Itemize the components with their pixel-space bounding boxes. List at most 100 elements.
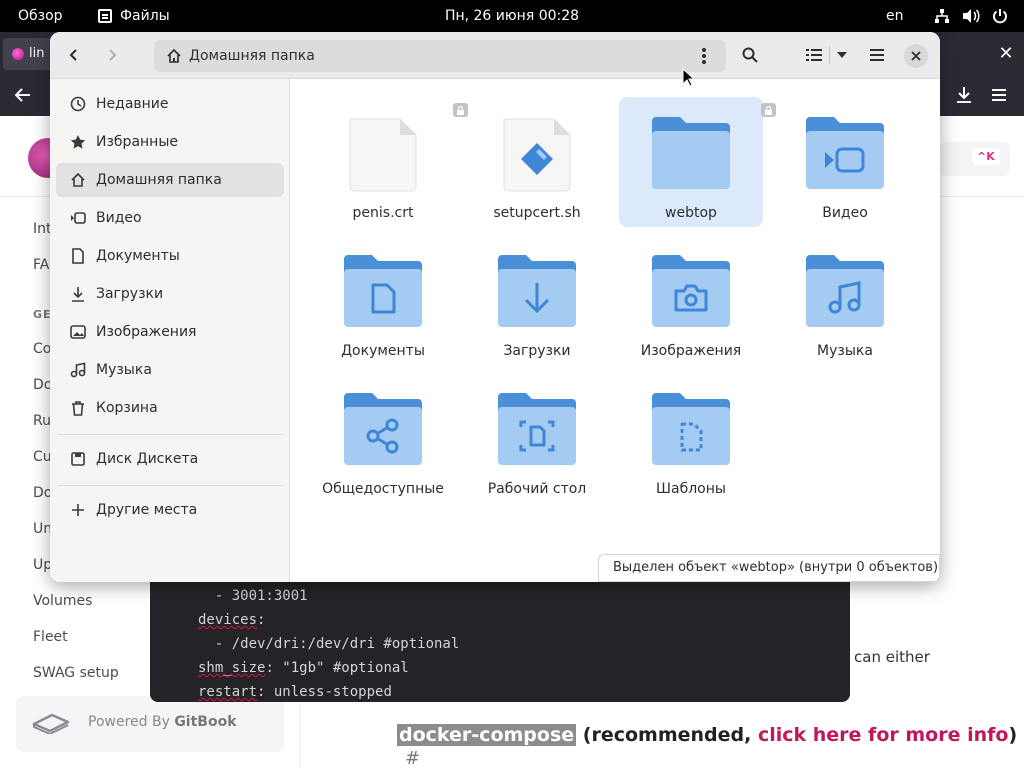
side-link[interactable]: Co (33, 341, 51, 357)
sidebar-item-label: Другие места (96, 502, 198, 518)
sidebar-item-label: Домашняя папка (96, 172, 222, 188)
system-top-bar: Обзор Файлы Пн, 26 июня 00:28 en (0, 0, 1024, 32)
power-icon (993, 9, 1007, 24)
hamburger-icon (870, 49, 884, 61)
back-button[interactable] (58, 40, 90, 70)
view-list-button[interactable] (798, 40, 830, 70)
sidebar-item-pictures[interactable]: Изображения (56, 315, 284, 349)
home-icon (70, 172, 86, 188)
code-text: - 3001:3001 (198, 588, 308, 604)
highlighted-term: docker-compose (397, 724, 577, 746)
side-link-swag-setup[interactable]: SWAG setup (33, 665, 119, 681)
anchor-hash[interactable]: # (405, 748, 420, 768)
chevron-right-icon (109, 49, 117, 61)
side-link-fleet[interactable]: Fleet (33, 629, 68, 645)
code-block: - 3001:3001 devices: - /dev/dri:/dev/dri… (150, 582, 850, 702)
window-close-button[interactable] (904, 44, 928, 68)
sidebar-item-floppy-drive[interactable]: Диск Дискета (56, 442, 284, 476)
sidebar-item-label: Недавние (96, 96, 169, 112)
code-key: devices (198, 612, 258, 628)
view-options-dropdown[interactable] (832, 40, 852, 70)
sidebar-item-starred[interactable]: Избранные (56, 125, 284, 159)
folder-item[interactable]: Музыка (773, 235, 917, 365)
folder-name: Общедоступные (322, 481, 444, 497)
trash-icon (70, 400, 86, 416)
sidebar-item-label: Видео (96, 210, 142, 226)
folder-item[interactable]: Изображения (619, 235, 763, 365)
search-button[interactable] (734, 40, 766, 70)
powered-by-gitbook[interactable]: Powered By GitBook (16, 696, 284, 752)
keyboard-layout-indicator[interactable]: en (886, 0, 904, 32)
folder-item[interactable]: Шаблоны (619, 373, 763, 503)
main-menu-button[interactable] (861, 40, 893, 70)
side-link[interactable]: Cu (33, 449, 52, 465)
folder-item[interactable]: Видео (773, 97, 917, 227)
code-key: restart (198, 684, 258, 700)
side-link-volumes[interactable]: Volumes (33, 593, 92, 609)
folder-item-selected[interactable]: webtop (619, 97, 776, 227)
music-folder-icon (806, 255, 884, 327)
side-link[interactable]: Ru (33, 413, 51, 429)
gitbook-icon (32, 713, 70, 734)
section-heading: docker-compose (recommended, click here … (397, 724, 1017, 746)
sidebar-separator (58, 434, 284, 435)
music-icon (70, 362, 86, 378)
file-manager-window: Домашняя папка Недавние Избранные Домашн… (50, 32, 940, 582)
sidebar-item-trash[interactable]: Корзина (56, 391, 284, 425)
system-tray[interactable] (934, 0, 1008, 32)
document-icon (70, 248, 86, 264)
volume-icon (963, 9, 980, 23)
file-name: setupcert.sh (493, 205, 581, 221)
file-item[interactable]: penis.crt (311, 97, 468, 227)
templates-folder-icon (652, 393, 730, 465)
sidebar-item-recent[interactable]: Недавние (56, 87, 284, 121)
clock[interactable]: Пн, 26 июня 00:28 (445, 8, 579, 24)
app-menu-button[interactable]: Файлы (98, 0, 170, 32)
code-text: - /dev/dri:/dev/dri #optional (198, 636, 460, 652)
more-options-icon[interactable] (702, 46, 706, 66)
file-item[interactable]: setupcert.sh (465, 97, 609, 227)
file-view: penis.crt setupcert.sh webtop Видео Доку… (291, 79, 940, 582)
mouse-pointer-icon (682, 68, 694, 87)
code-line: restart: unless-stopped (198, 684, 392, 700)
code-line: shm_size: "1gb" #optional (198, 660, 409, 676)
more-info-link[interactable]: click here for more info (758, 724, 1008, 746)
folder-item[interactable]: Рабочий стол (465, 373, 609, 503)
folder-item[interactable]: Общедоступные (311, 373, 455, 503)
folder-name: Документы (341, 343, 425, 359)
hamburger-menu-icon[interactable] (990, 86, 1008, 108)
heading-text-end: ) (1008, 724, 1018, 746)
close-icon (911, 51, 921, 61)
location-bar[interactable]: Домашняя папка (154, 40, 726, 72)
sidebar-item-documents[interactable]: Документы (56, 239, 284, 273)
close-window-icon[interactable]: ✕ (996, 44, 1016, 64)
downloads-icon[interactable] (955, 86, 973, 108)
star-icon (70, 134, 86, 150)
video-folder-icon (806, 117, 884, 189)
folder-item[interactable]: Загрузки (465, 235, 609, 365)
script-file-icon (503, 118, 571, 192)
sidebar-item-other-locations[interactable]: Другие места (56, 493, 284, 527)
sidebar-item-label: Избранные (96, 134, 178, 150)
sidebar-item-home[interactable]: Домашняя папка (56, 163, 284, 197)
downloads-folder-icon (498, 255, 576, 327)
activities-button[interactable]: Обзор (18, 0, 63, 32)
text-file-icon (349, 118, 417, 192)
side-link[interactable]: Int (33, 221, 52, 237)
toolbar-separator (829, 46, 830, 64)
side-section-heading: GE (33, 308, 52, 321)
powered-prefix: Powered By (88, 714, 175, 730)
clock-icon (70, 96, 86, 112)
side-link[interactable]: FA (33, 257, 49, 273)
sidebar-item-music[interactable]: Музыка (56, 353, 284, 387)
selection-status: Выделен объект «webtop» (внутри 0 объект… (598, 554, 940, 582)
forward-button[interactable] (96, 40, 128, 70)
folder-icon (652, 117, 730, 189)
browser-back-icon[interactable] (14, 86, 32, 109)
sidebar-item-downloads[interactable]: Загрузки (56, 277, 284, 311)
plus-icon (70, 502, 86, 518)
sidebar-item-videos[interactable]: Видео (56, 201, 284, 235)
folder-item[interactable]: Документы (311, 235, 455, 365)
image-icon (70, 324, 86, 340)
folder-name: Изображения (640, 343, 742, 359)
